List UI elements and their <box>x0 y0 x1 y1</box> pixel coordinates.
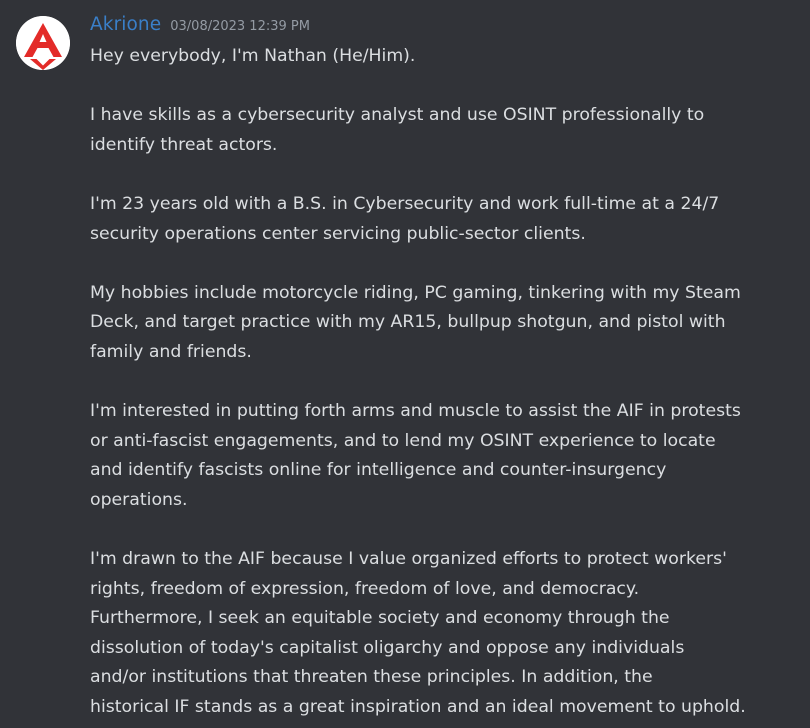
message-line: Deck, and target practice with my AR15, … <box>90 312 726 333</box>
red-a-logo-icon <box>16 16 70 70</box>
message-line: or anti-fascist engagements, and to lend… <box>90 430 716 451</box>
message-header: Akrione 03/08/2023 12:39 PM <box>90 14 810 38</box>
message-line: operations. <box>90 489 188 510</box>
message-line: I'm 23 years old with a B.S. in Cybersec… <box>90 193 720 214</box>
message-line: historical IF stands as a great inspirat… <box>90 697 746 718</box>
message-line: Hey everybody, I'm Nathan (He/Him). <box>90 46 416 66</box>
message-line: dissolution of today's capitalist oligar… <box>90 637 685 658</box>
message-line: family and friends. <box>90 341 252 362</box>
message-content: Hey everybody, I'm Nathan (He/Him). I ha… <box>90 42 790 723</box>
author-username[interactable]: Akrione <box>90 14 161 35</box>
user-avatar[interactable] <box>16 16 70 70</box>
message-line: security operations center servicing pub… <box>90 223 586 244</box>
message-line: I'm interested in putting forth arms and… <box>90 401 741 422</box>
message-line: and/or institutions that threaten these … <box>90 667 653 688</box>
message-line: identify threat actors. <box>90 134 278 155</box>
message-line: I'm drawn to the AIF because I value org… <box>90 549 727 570</box>
message-line: My hobbies include motorcycle riding, PC… <box>90 282 741 303</box>
message-line: and identify fascists online for intelli… <box>90 460 667 481</box>
chat-message: Akrione 03/08/2023 12:39 PM Hey everybod… <box>0 0 810 728</box>
message-line: I have skills as a cybersecurity analyst… <box>90 105 705 126</box>
message-line: Furthermore, I seek an equitable society… <box>90 608 670 629</box>
message-line: rights, freedom of expression, freedom o… <box>90 578 640 599</box>
message-timestamp: 03/08/2023 12:39 PM <box>170 19 310 34</box>
